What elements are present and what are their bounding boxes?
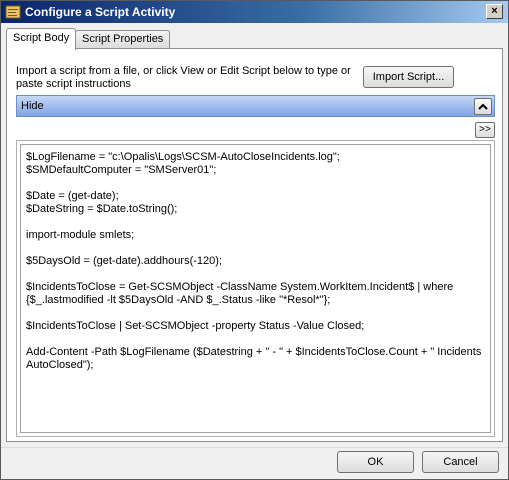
script-editor-frame: $LogFilename = "c:\Opalis\Logs\SCSM-Auto…: [16, 140, 495, 437]
import-script-label: Import Script...: [372, 71, 445, 83]
expand-label: >>: [479, 124, 491, 135]
tab-script-body[interactable]: Script Body: [6, 28, 77, 50]
script-body-panel: Import a script from a file, or click Vi…: [6, 48, 503, 442]
window-title: Configure a Script Activity: [25, 5, 176, 19]
tab-label: Script Properties: [82, 33, 164, 45]
hide-section-header[interactable]: Hide: [16, 95, 495, 117]
instructions-text: Import a script from a file, or click Vi…: [16, 65, 351, 90]
ok-label: OK: [367, 456, 384, 468]
cancel-button[interactable]: Cancel: [422, 451, 499, 473]
tab-script-properties[interactable]: Script Properties: [75, 30, 171, 48]
script-activity-icon: [5, 4, 21, 20]
dialog-window: Configure a Script Activity × Script Bod…: [0, 0, 509, 480]
hide-label: Hide: [21, 100, 44, 112]
title-bar: Configure a Script Activity ×: [1, 1, 508, 23]
close-icon: ×: [491, 5, 498, 17]
ok-button[interactable]: OK: [337, 451, 414, 473]
script-editor[interactable]: $LogFilename = "c:\Opalis\Logs\SCSM-Auto…: [20, 144, 491, 433]
footer-divider: [1, 447, 508, 448]
cancel-label: Cancel: [443, 456, 478, 468]
close-button[interactable]: ×: [486, 4, 503, 19]
expand-editor-button[interactable]: >>: [475, 122, 495, 138]
collapse-button[interactable]: [474, 98, 492, 115]
tab-label: Script Body: [13, 32, 70, 44]
import-script-button[interactable]: Import Script...: [363, 66, 454, 88]
chevron-up-icon: [478, 103, 488, 110]
